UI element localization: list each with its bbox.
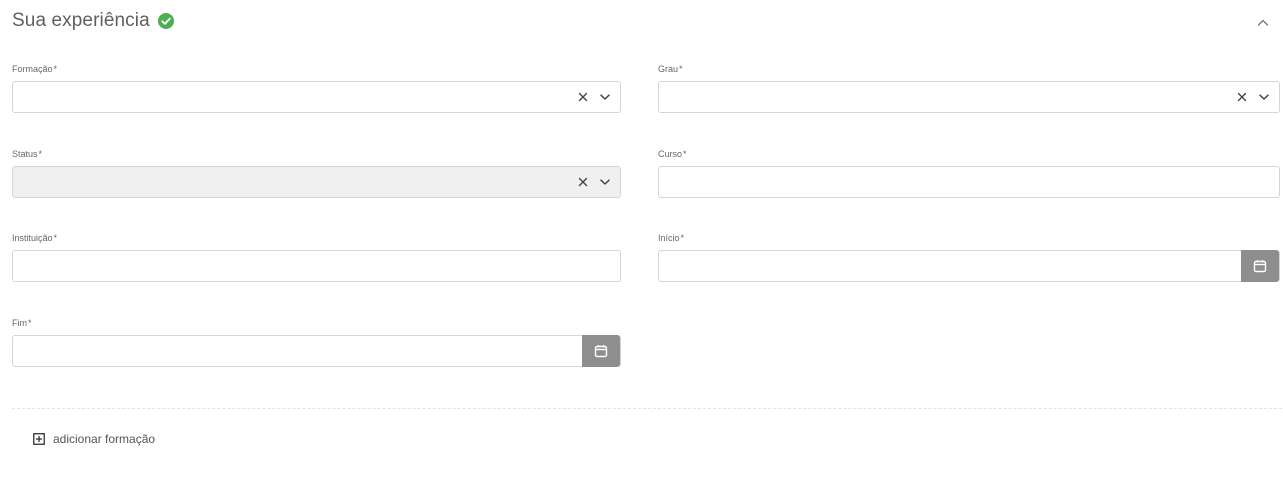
grau-select[interactable]: [658, 81, 1280, 113]
curso-input[interactable]: [659, 167, 1279, 197]
status-label: Status*: [12, 149, 43, 159]
grau-field: Grau*: [658, 64, 1280, 116]
fim-calendar-button[interactable]: [582, 335, 620, 367]
curso-label: Curso*: [658, 149, 687, 159]
instituicao-label: Instituição*: [12, 233, 58, 243]
close-icon[interactable]: [576, 174, 590, 190]
close-icon[interactable]: [1235, 89, 1249, 105]
status-field: Status*: [12, 149, 621, 201]
calendar-icon: [594, 344, 608, 358]
formacao-select[interactable]: [12, 81, 621, 113]
experience-section: Sua experiência Formação* Grau* Status* …: [0, 0, 1283, 477]
inicio-date-input[interactable]: [659, 251, 1241, 281]
inicio-calendar-button[interactable]: [1241, 250, 1279, 282]
fim-field: Fim*: [12, 318, 621, 370]
instituicao-input[interactable]: [13, 251, 620, 281]
inicio-label: Início*: [658, 233, 685, 243]
section-header: Sua experiência: [12, 10, 174, 32]
fim-date-wrapper: [12, 335, 621, 367]
inicio-field: Início*: [658, 233, 1280, 285]
formacao-label: Formação*: [12, 64, 58, 74]
fim-date-input[interactable]: [13, 336, 582, 366]
curso-field: Curso*: [658, 149, 1280, 201]
plus-square-icon: [33, 433, 45, 445]
chevron-up-icon[interactable]: [1255, 15, 1271, 31]
section-divider: [12, 408, 1282, 409]
chevron-down-icon[interactable]: [598, 89, 612, 105]
formacao-field: Formação*: [12, 64, 621, 116]
status-select[interactable]: [12, 166, 621, 198]
add-formacao-label: adicionar formação: [53, 432, 156, 446]
calendar-icon: [1253, 259, 1267, 273]
chevron-down-icon[interactable]: [1257, 89, 1271, 105]
check-circle-icon: [157, 13, 174, 29]
fim-label: Fim*: [12, 318, 32, 328]
add-formacao-button[interactable]: adicionar formação: [33, 432, 155, 446]
instituicao-input-wrapper: [12, 250, 621, 282]
section-title: Sua experiência: [12, 10, 150, 31]
grau-label: Grau*: [658, 64, 683, 74]
chevron-down-icon[interactable]: [598, 174, 612, 190]
close-icon[interactable]: [576, 89, 590, 105]
inicio-date-wrapper: [658, 250, 1280, 282]
curso-input-wrapper: [658, 166, 1280, 198]
instituicao-field: Instituição*: [12, 233, 621, 285]
